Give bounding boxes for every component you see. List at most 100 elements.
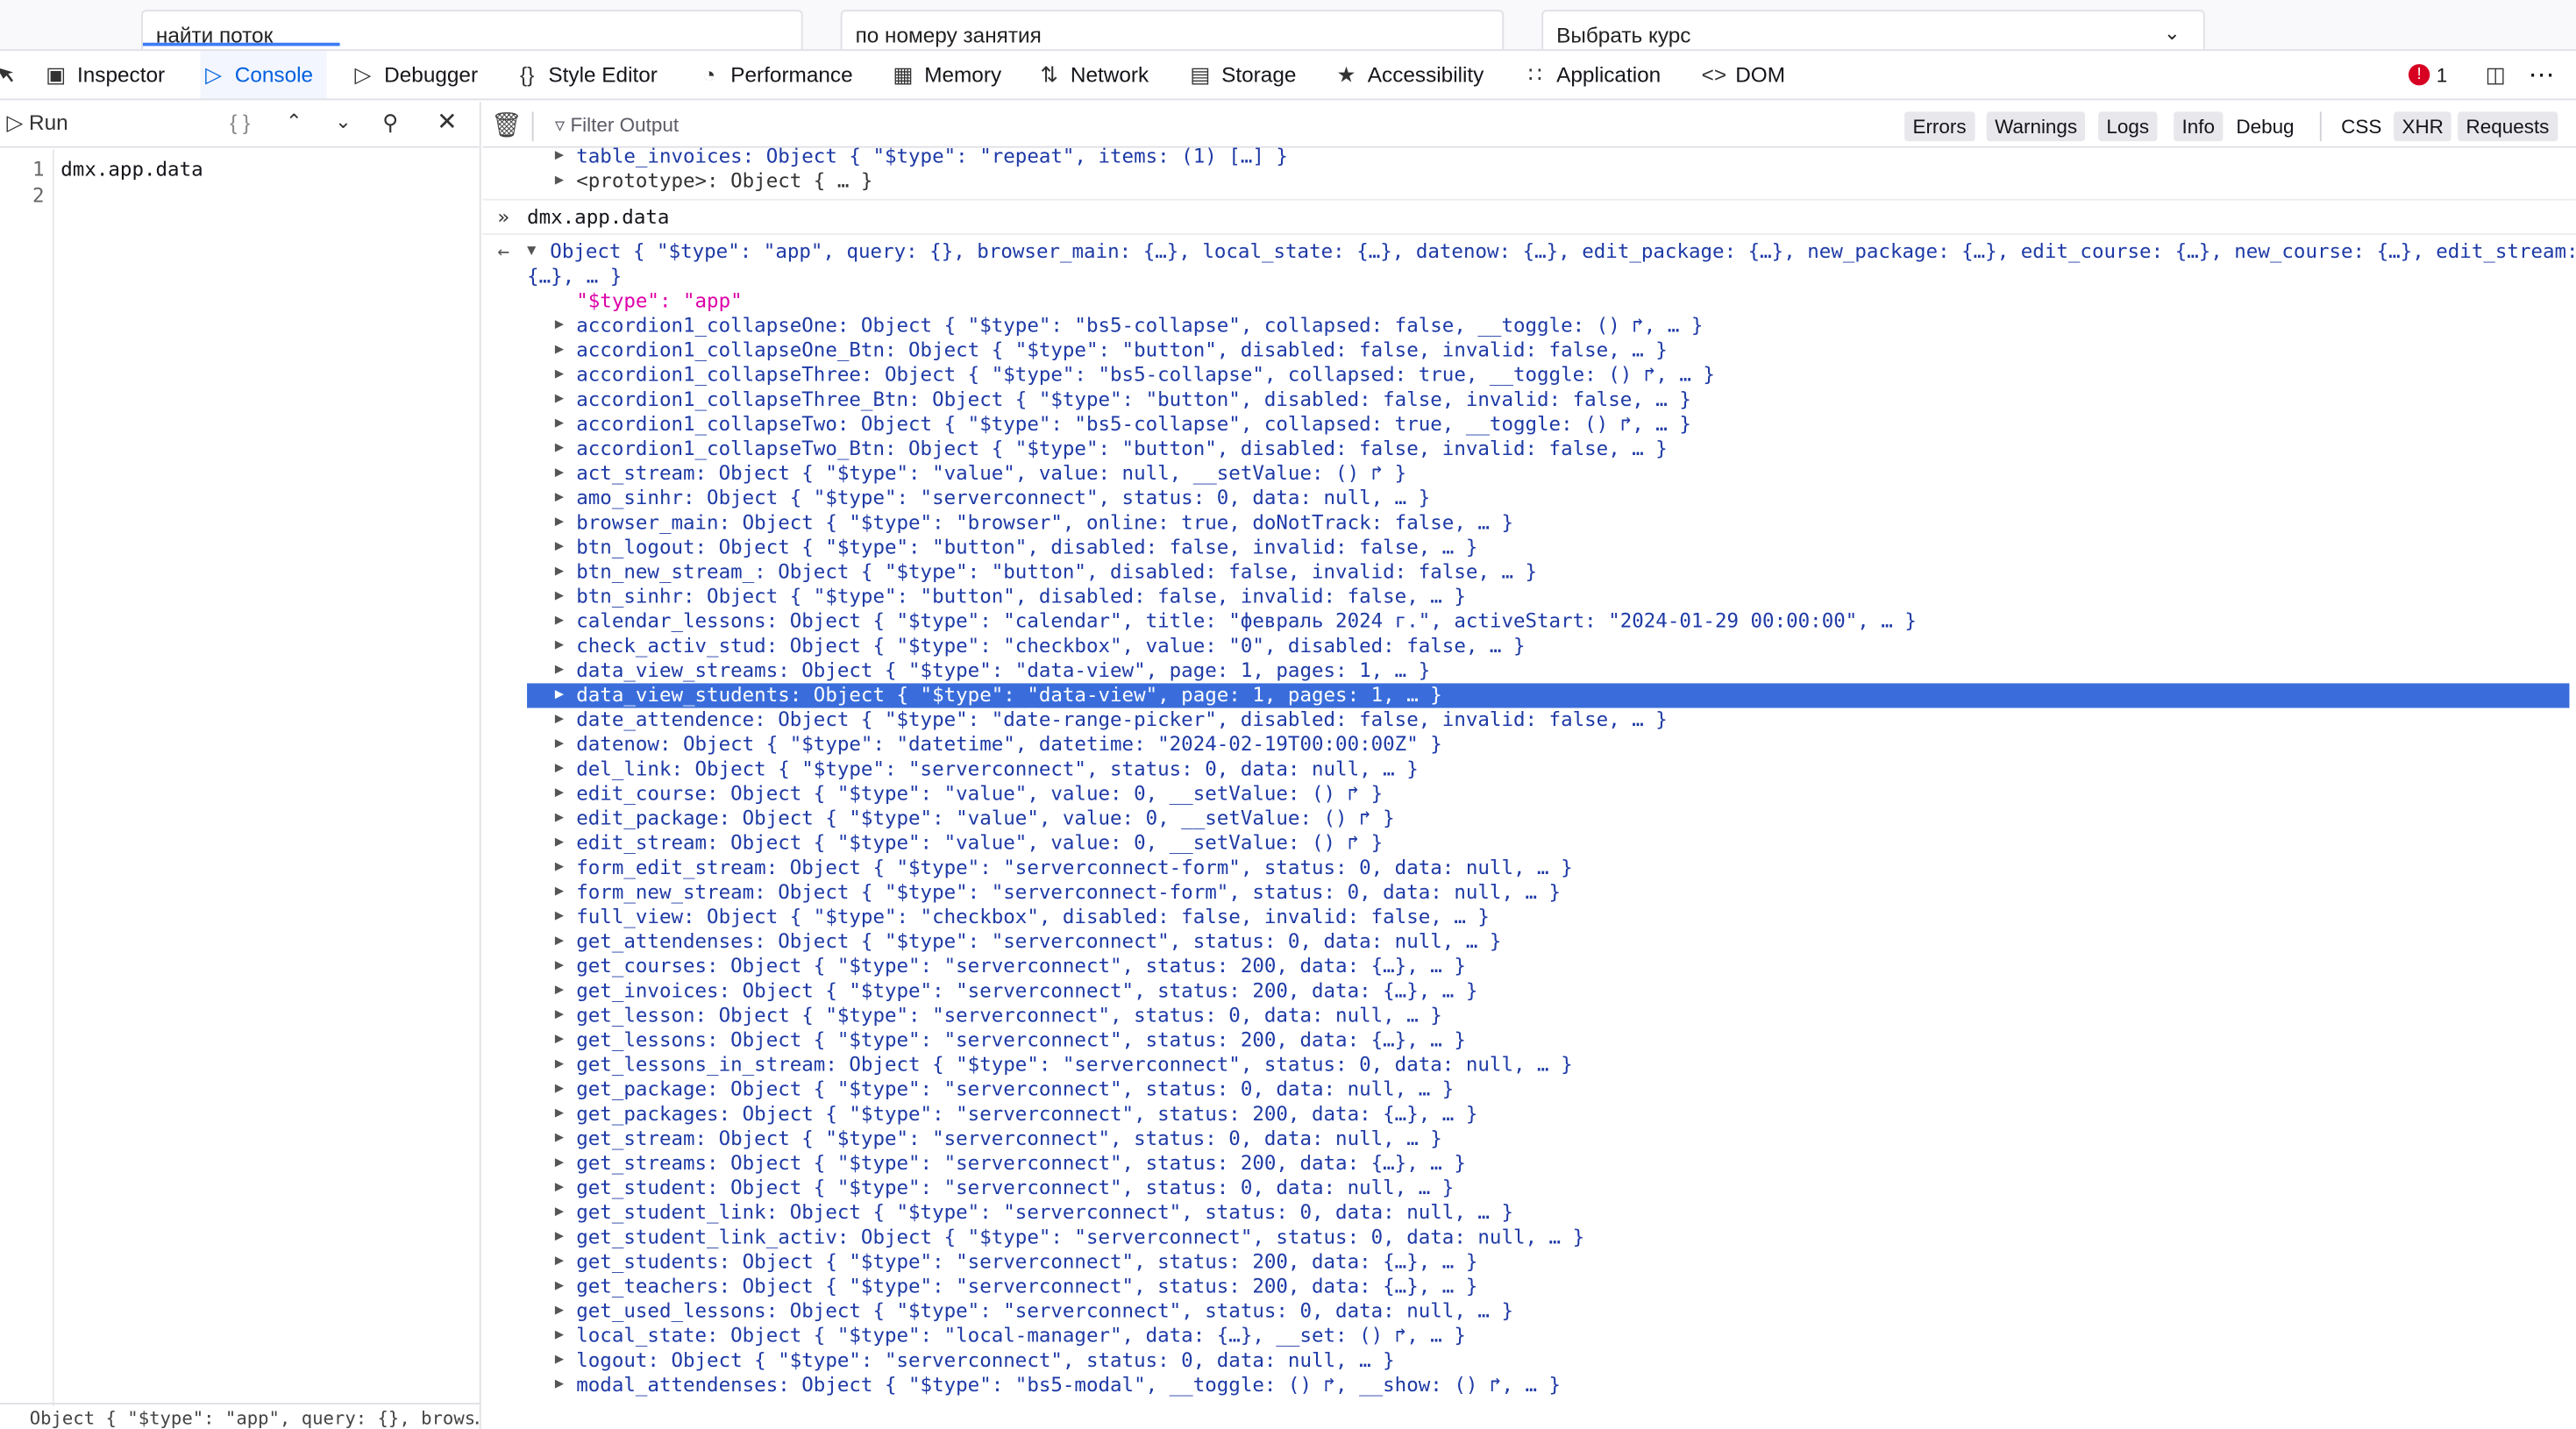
filter-info-button[interactable]: Info [2174,111,2224,142]
object-entry-row[interactable]: ▶ get_attendenses: Object { "$type": "ser… [483,929,2576,954]
run-button[interactable]: ▷ Run [6,110,68,137]
filter-debug-button[interactable]: Debug [2228,111,2302,141]
object-entry-row[interactable]: ▶ act_stream: Object { "$type": "value", … [483,461,2576,486]
filter-requests-button[interactable]: Requests [2458,111,2558,142]
tab-application[interactable]: ∷ Application [1522,51,1661,98]
object-entry-row[interactable]: ▶ get_lesson: Object { "$type": "serverco… [483,1004,2576,1028]
object-entry-row[interactable]: ▶ get_student_link: Object { "$type": "se… [483,1201,2576,1226]
filter-errors-button[interactable]: Errors [1904,111,1975,142]
object-entry-row[interactable]: ▶ amo_sinhr: Object { "$type": "servercon… [483,487,2576,511]
object-entry-row[interactable]: ▶ check_activ_stud: Object { "$type": "ch… [483,634,2576,658]
object-entry-row[interactable]: ▶ form_new_stream: Object { "$type": "ser… [483,880,2576,905]
expand-arrow-icon: ▶ [554,366,565,383]
object-entry-row[interactable]: ▶ get_students: Object { "$type": "server… [483,1250,2576,1275]
tab-network[interactable]: ⇅ Network [1036,51,1149,98]
close-editor-button[interactable]: ✕ [437,107,458,137]
prev-prototype-row[interactable]: ▶ <prototype>: Object { … } [483,169,2576,194]
network-icon: ⇅ [1040,61,1058,87]
object-entry-text: get_attendenses: Object { "$type": "serv… [576,929,1502,953]
object-entry-row[interactable]: ▶ accordion1_collapseOne: Object { "$type… [483,314,2576,338]
filter-xhr-button[interactable]: XHR [2394,111,2452,142]
object-entry-text: get_lesson: Object { "$type": "servercon… [576,1003,1442,1027]
result-object-row[interactable]: ← ▼ Object { "$type": "app", query: {}, … [483,240,2576,265]
application-icon: ∷ [1528,61,1542,87]
object-entry-row[interactable]: ▶ get_student_link_activ: Object { "$type… [483,1226,2576,1250]
filter-output-input[interactable]: ▿ Filter Output [555,113,679,136]
object-entry-row[interactable]: ▶ logout: Object { "$type": "serverconnec… [483,1348,2576,1373]
object-entry-row[interactable]: ▶ get_student: Object { "$type": "serverc… [483,1176,2576,1200]
dock-icon: ◫ [2485,61,2506,87]
object-entry-row[interactable]: ▶ btn_sinhr: Object { "$type": "button", … [483,585,2576,609]
object-entry-row[interactable]: ▶ accordion1_collapseTwo_Btn: Object { "$… [483,437,2576,461]
stream-search-input[interactable]: найти поток [141,10,803,50]
object-entry-row[interactable]: ▶ get_used_lessons: Object { "$type": "se… [483,1299,2576,1324]
error-count: 1 [2436,63,2448,87]
object-entry-row[interactable]: ▶ accordion1_collapseOne_Btn: Object { "$… [483,338,2576,363]
tab-performance[interactable]: ◔ Performance [696,51,853,98]
filter-logs-button[interactable]: Logs [2098,111,2158,142]
tab-memory[interactable]: ▦ Memory [890,51,1001,98]
error-count-button[interactable]: ! 1 [2408,51,2448,98]
object-entry-row[interactable]: ▶ modal_attendenses: Object { "$type": "b… [483,1373,2576,1397]
object-entry-row[interactable]: ▶ get_package: Object { "$type": "serverc… [483,1077,2576,1102]
object-entry-row[interactable]: ▶ get_packages: Object { "$type": "server… [483,1102,2576,1127]
object-entry-text: data_view_students: Object { "$type": "d… [576,683,1442,707]
expand-arrow-icon: ▶ [554,809,565,827]
tab-label: Application [1556,62,1662,88]
object-entry-row[interactable]: ▶ get_invoices: Object { "$type": "server… [483,979,2576,1004]
filter-warnings-button[interactable]: Warnings [1986,111,2086,142]
object-entry-row[interactable]: ▶ btn_new_stream_: Object { "$type": "but… [483,560,2576,585]
more-options-button[interactable]: ⋯ [2529,51,2555,98]
object-entry-row[interactable]: ▶ get_lessons: Object { "$type": "serverc… [483,1028,2576,1053]
course-select[interactable]: Выбрать курс ⌄ [1541,10,2205,50]
object-entry-row[interactable]: ▶ edit_stream: Object { "$type": "value",… [483,831,2576,856]
object-entry-row[interactable]: ▶ edit_package: Object { "$type": "value"… [483,807,2576,831]
prev-entry-row[interactable]: ▶ table_invoices: Object { "$type": "rep… [483,145,2576,169]
history-next-button[interactable]: ⌄ [335,110,352,133]
object-entry-row[interactable]: ▶ data_view_streams: Object { "$type": "d… [483,658,2576,683]
clear-console-button[interactable]: 🗑 [491,110,523,139]
object-entry-row[interactable]: ▶ btn_logout: Object { "$type": "button",… [483,536,2576,560]
tab-debugger[interactable]: ▷ Debugger [350,51,478,98]
object-entry-text: get_stream: Object { "$type": "servercon… [576,1127,1442,1150]
object-entry-row[interactable]: ▶ data_view_students: Object { "$type": "… [527,683,2570,708]
result-object-row-cont: {…}, … } [483,265,2576,289]
object-entry-row[interactable]: ▶ full_view: Object { "$type": "checkbox"… [483,905,2576,929]
object-entry-row[interactable]: ▶ accordion1_collapseThree: Object { "$ty… [483,363,2576,387]
object-entry-row[interactable]: ▶ get_stream: Object { "$type": "serverco… [483,1127,2576,1151]
object-entry-row[interactable]: ▶ get_courses: Object { "$type": "serverc… [483,955,2576,979]
editor-code[interactable]: dmx.app.data [60,158,203,181]
filter-css-button[interactable]: CSS [2333,111,2390,141]
expand-arrow-icon: ▶ [554,1179,565,1196]
object-entry-row[interactable]: ▶ local_state: Object { "$type": "local-m… [483,1324,2576,1348]
expand-arrow-icon: ▶ [554,514,565,531]
object-entry-row[interactable]: ▶ get_teachers: Object { "$type": "server… [483,1275,2576,1299]
tab-accessibility[interactable]: ★ Accessibility [1333,51,1484,98]
history-prev-button[interactable]: ⌃ [286,110,302,133]
object-entry-row[interactable]: ▶ get_streams: Object { "$type": "serverc… [483,1151,2576,1176]
object-entry-row[interactable]: ▶ accordion1_collapseThree_Btn: Object { … [483,387,2576,412]
object-entry-row[interactable]: ▶ form_edit_stream: Object { "$type": "se… [483,856,2576,880]
object-entry-row[interactable]: ▶ del_link: Object { "$type": "serverconn… [483,757,2576,782]
tab-inspector[interactable]: ▣ Inspector [43,51,165,98]
pretty-print-button[interactable]: { } [230,110,250,135]
tab-storage[interactable]: ▤ Storage [1187,51,1296,98]
lesson-number-input[interactable]: по номеру занятия [840,10,1505,50]
object-entry-row[interactable]: ▶ date_attendence: Object { "$type": "dat… [483,708,2576,733]
tab-dom[interactable]: <> DOM [1701,51,1785,98]
expand-arrow-icon: ▶ [554,416,565,432]
object-entry-row[interactable]: ▶ edit_course: Object { "$type": "value",… [483,782,2576,807]
multiline-editor: ▷ Run { } ⌃ ⌄ ⚲ ✕ 1 2 dmx.app.data Objec… [0,102,481,1429]
object-entry-text: edit_package: Object { "$type": "value",… [576,806,1395,830]
object-entry-row[interactable]: ▶ browser_main: Object { "$type": "browse… [483,511,2576,536]
object-entry-row[interactable]: ▶ accordion1_collapseTwo: Object { "$type… [483,412,2576,437]
object-entry-row[interactable]: ▶ datenow: Object { "$type": "datetime", … [483,733,2576,757]
tab-console[interactable]: ▷ Console [200,51,327,99]
reverse-search-button[interactable]: ⚲ [382,110,398,137]
object-entry-row[interactable]: ▶ calendar_lessons: Object { "$type": "ca… [483,609,2576,634]
element-picker-button[interactable] [0,51,23,98]
tab-style-editor[interactable]: {} Style Editor [514,51,658,98]
object-entry-row[interactable]: ▶ get_lessons_in_stream: Object { "$type"… [483,1053,2576,1077]
object-entry-text: accordion1_collapseThree: Object { "$typ… [576,363,1715,387]
dock-options-button[interactable]: ◫ [2482,51,2516,98]
